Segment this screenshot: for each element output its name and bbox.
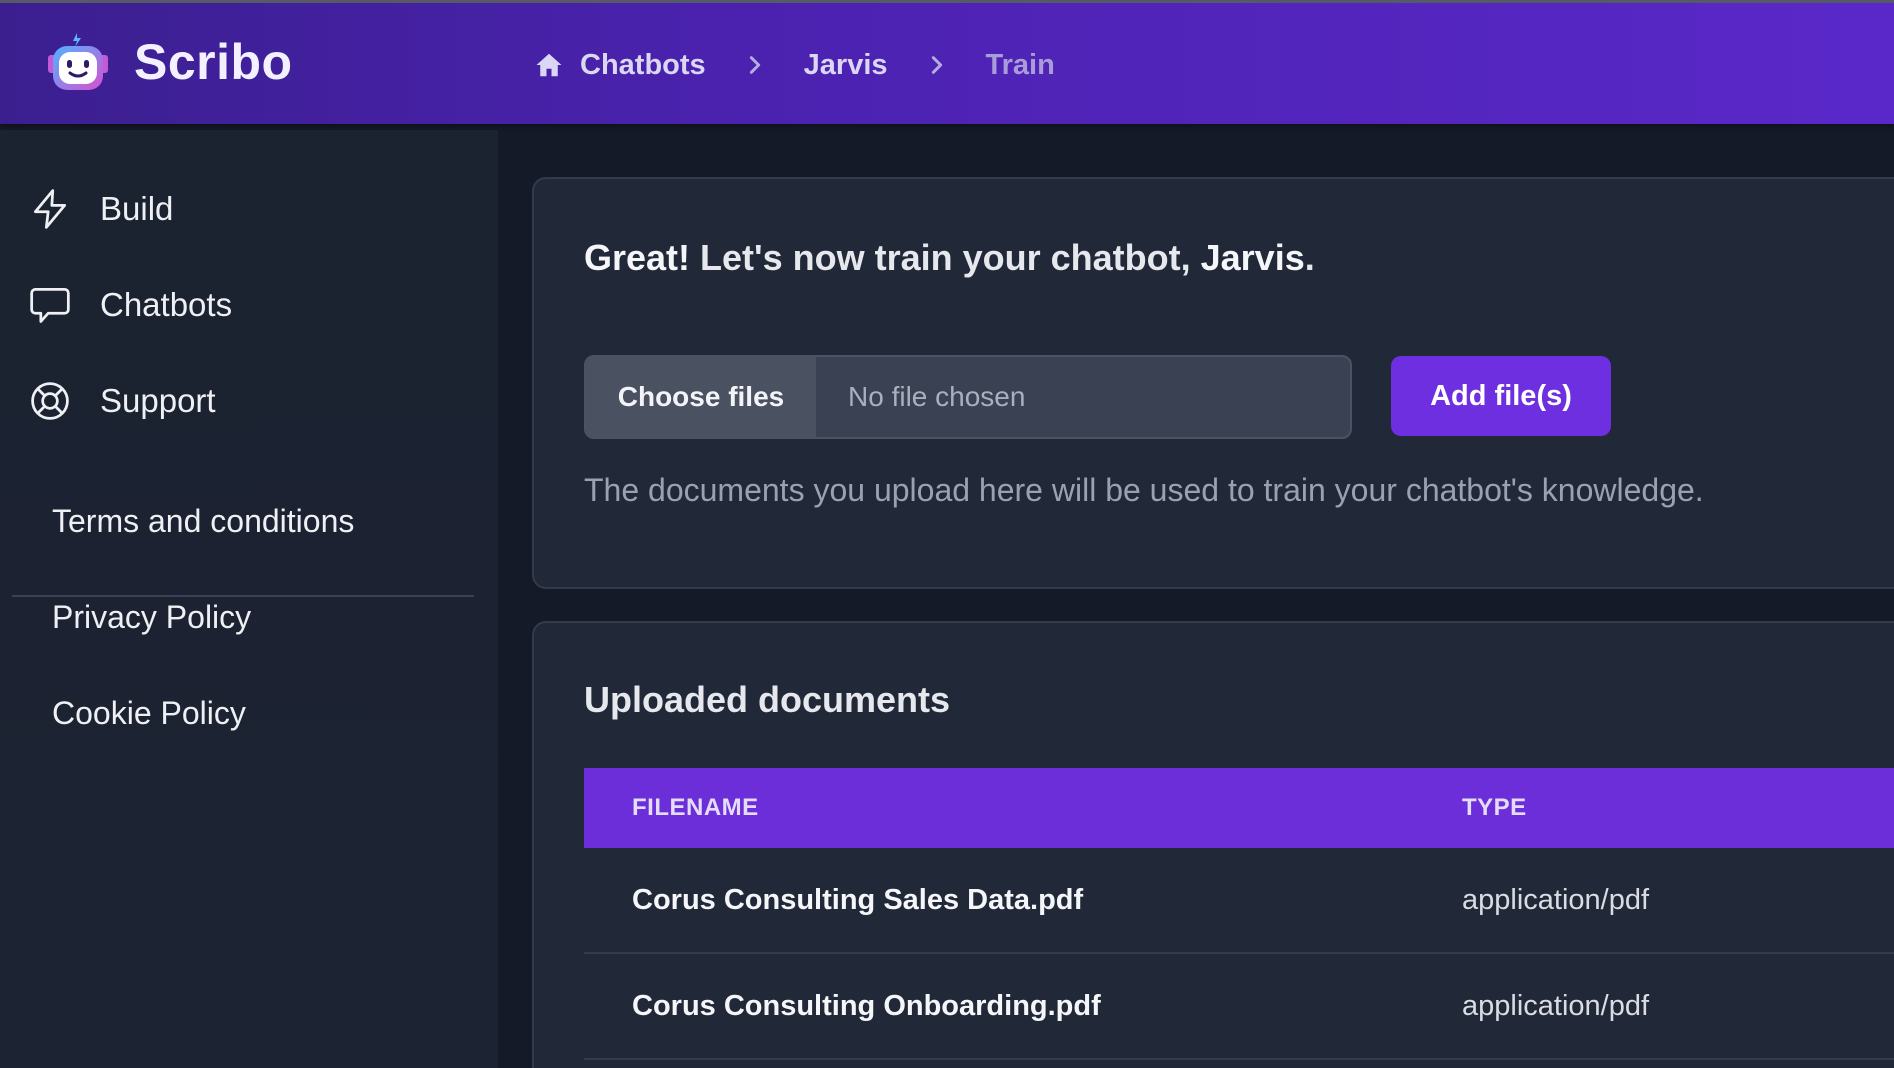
cell-filename: Corus Consulting Sales Data.pdf: [632, 884, 1084, 916]
table-row[interactable]: Corus Consulting Onboarding.pdf applicat…: [584, 954, 1894, 1060]
robot-logo-icon: [48, 33, 108, 90]
sidebar-item-chatbots[interactable]: Chatbots: [28, 275, 232, 335]
app-name: Scribo: [134, 34, 293, 90]
headline-text: Let's now train your chatbot,: [690, 237, 1201, 278]
documents-card: Uploaded documents FILENAME TYPE Corus C…: [532, 621, 1894, 1068]
sidebar-item-build[interactable]: Build: [28, 179, 173, 239]
top-header: Scribo Chatbots Jarvis Train: [0, 0, 1894, 124]
documents-title: Uploaded documents: [584, 679, 951, 720]
sidebar-item-label: Build: [100, 190, 174, 227]
train-headline: Great! Let's now train your chatbot, Jar…: [584, 237, 1315, 279]
chat-bubble-icon: [30, 288, 70, 323]
cell-type: application/pdf: [1462, 884, 1650, 916]
lightning-icon: [33, 189, 67, 229]
add-files-button[interactable]: Add file(s): [1391, 356, 1611, 436]
cookie-policy-link[interactable]: Cookie Policy: [52, 695, 246, 732]
table-row[interactable]: Corus Consulting Sales Data.pdf applicat…: [584, 848, 1894, 954]
bot-name: Jarvis: [1200, 237, 1305, 278]
file-status: No file chosen: [848, 381, 1026, 412]
table-header: FILENAME TYPE: [584, 768, 1894, 848]
column-header-type[interactable]: TYPE: [1462, 794, 1527, 822]
headline-strong: Great!: [584, 237, 691, 278]
documents-table: FILENAME TYPE Corus Consulting Sales Dat…: [584, 768, 1894, 1060]
home-icon[interactable]: [534, 50, 564, 80]
chevron-right-icon: [749, 56, 760, 74]
sidebar-item-label: Support: [100, 382, 216, 419]
terms-link[interactable]: Terms and conditions: [52, 503, 354, 540]
breadcrumb: Chatbots Jarvis Train: [534, 45, 1055, 85]
breadcrumb-current: Train: [985, 48, 1055, 81]
cell-type: application/pdf: [1462, 990, 1650, 1022]
breadcrumb-chatbots[interactable]: Chatbots: [580, 49, 706, 82]
sidebar-divider: [12, 595, 474, 597]
privacy-policy-link[interactable]: Privacy Policy: [52, 599, 251, 636]
choose-files-button[interactable]: Choose files: [586, 357, 816, 437]
headline-end: .: [1304, 237, 1315, 278]
sidebar: Build Chatbots Support Terms and conditi…: [0, 130, 498, 1068]
chevron-right-icon: [931, 56, 942, 74]
file-input[interactable]: Choose files No file chosen: [584, 355, 1352, 439]
lifebuoy-icon: [31, 382, 69, 420]
sidebar-item-label: Chatbots: [100, 286, 233, 323]
logo[interactable]: Scribo: [46, 31, 293, 93]
cell-filename: Corus Consulting Onboarding.pdf: [632, 990, 1101, 1022]
upload-helper-text: The documents you upload here will be us…: [584, 472, 1704, 508]
column-header-filename[interactable]: FILENAME: [632, 794, 759, 822]
breadcrumb-jarvis[interactable]: Jarvis: [804, 49, 888, 82]
train-card: Great! Let's now train your chatbot, Jar…: [532, 177, 1894, 589]
sidebar-item-support[interactable]: Support: [28, 371, 216, 431]
